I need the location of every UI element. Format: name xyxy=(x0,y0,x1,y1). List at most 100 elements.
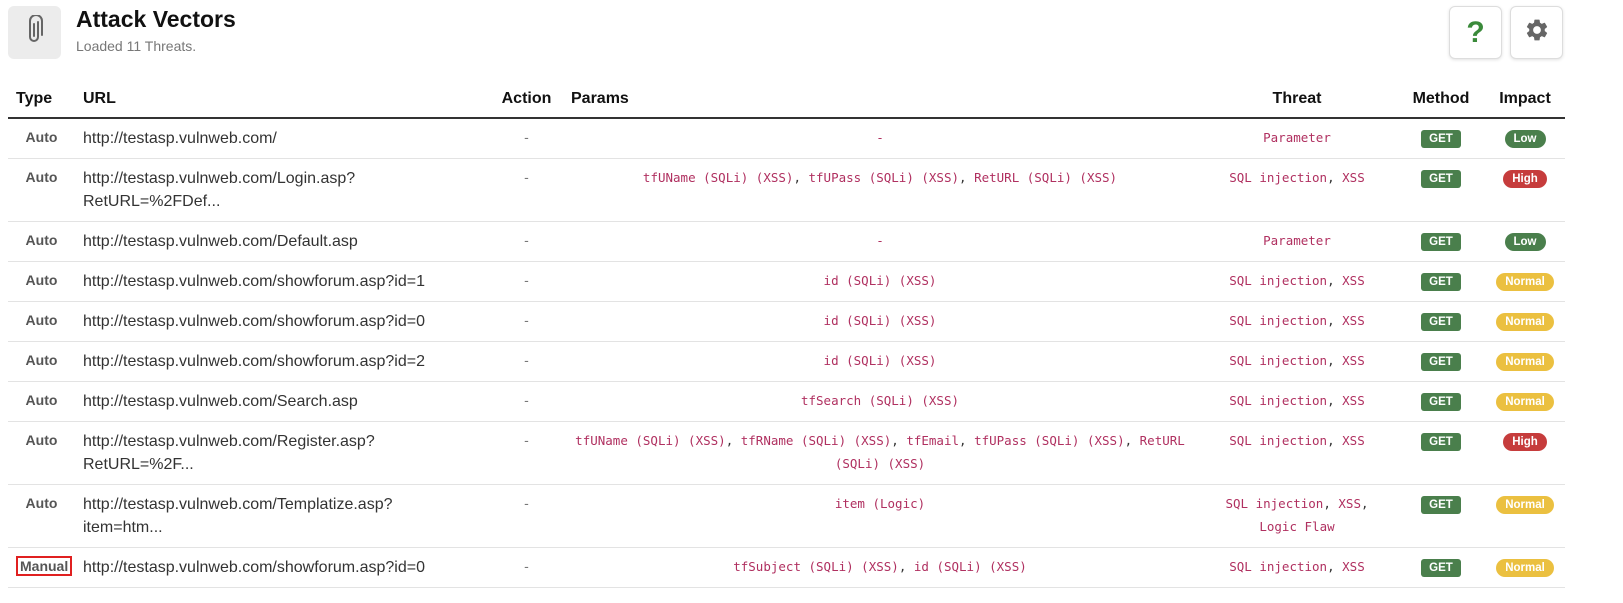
param-separator: , xyxy=(725,433,741,448)
type-cell: Auto xyxy=(8,221,75,262)
threat-list-cell: SQL injection, XSS xyxy=(1197,301,1397,342)
method-badge: GET xyxy=(1421,233,1461,251)
params-list: item (Logic) xyxy=(571,492,1189,515)
params-list: id (SQLi) (XSS) xyxy=(571,309,1189,332)
threat-item: Parameter xyxy=(1263,233,1331,248)
param-separator: , xyxy=(898,559,914,574)
type-cell: Auto xyxy=(8,421,75,485)
url-link[interactable]: http://testasp.vulnweb.com/showforum.asp… xyxy=(83,310,482,333)
param-item: tfEmail xyxy=(906,433,960,448)
impact-cell: Normal xyxy=(1485,261,1565,302)
threat-list: SQL injection, XSS xyxy=(1205,269,1389,292)
column-header-threat[interactable]: Threat xyxy=(1197,80,1397,119)
param-item: tfSubject (SQLi) (XSS) xyxy=(733,559,899,574)
url-link[interactable]: http://testasp.vulnweb.com/showforum.asp… xyxy=(83,556,482,579)
impact-badge: Low xyxy=(1504,130,1546,148)
threat-item: XSS xyxy=(1342,313,1365,328)
url-link[interactable]: http://testasp.vulnweb.com/Default.asp xyxy=(83,230,482,253)
table-row[interactable]: Auto http://testasp.vulnweb.com/showforum… xyxy=(8,301,1565,342)
threat-list-cell: Parameter xyxy=(1197,221,1397,262)
table-row[interactable]: Auto http://testasp.vulnweb.com/showforum… xyxy=(8,341,1565,382)
param-item: RetURL (SQLi) (XSS) xyxy=(974,170,1118,185)
url-link[interactable]: http://testasp.vulnweb.com/Templatize.as… xyxy=(83,493,482,539)
table-row[interactable]: Auto http://testasp.vulnweb.com/Templatiz… xyxy=(8,484,1565,548)
column-header-url[interactable]: URL xyxy=(75,80,490,119)
table-row[interactable]: Auto http://testasp.vulnweb.com/Search.as… xyxy=(8,381,1565,422)
method-badge: GET xyxy=(1421,393,1461,411)
threat-item: SQL injection xyxy=(1229,313,1328,328)
url-line: http://testasp.vulnweb.com/ xyxy=(83,130,277,147)
type-label: Auto xyxy=(25,272,58,288)
threat-item: SQL injection xyxy=(1229,559,1328,574)
params-list-cell: tfSubject (SQLi) (XSS), id (SQLi) (XSS) xyxy=(563,547,1197,588)
method-cell: GET xyxy=(1397,381,1485,422)
url-link[interactable]: http://testasp.vulnweb.com/ xyxy=(83,127,482,150)
action-cell: - xyxy=(490,547,563,588)
threat-list-cell: SQL injection, XSS, Logic Flaw xyxy=(1197,484,1397,548)
method-cell: GET xyxy=(1397,341,1485,382)
table-row[interactable]: Auto http://testasp.vulnweb.com/Login.asp… xyxy=(8,158,1565,222)
method-cell: GET xyxy=(1397,301,1485,342)
settings-button[interactable] xyxy=(1510,6,1563,59)
params-list: tfSearch (SQLi) (XSS) xyxy=(571,389,1189,412)
url-line: http://testasp.vulnweb.com/Default.asp xyxy=(83,233,358,250)
params-list-cell: item (Logic) xyxy=(563,484,1197,548)
threat-list-cell: Parameter xyxy=(1197,118,1397,159)
column-header-params[interactable]: Params xyxy=(563,80,1197,119)
impact-cell: Normal xyxy=(1485,484,1565,548)
url-cell: http://testasp.vulnweb.com/showforum.asp… xyxy=(75,547,490,588)
impact-badge: High xyxy=(1503,433,1547,451)
impact-cell: Normal xyxy=(1485,341,1565,382)
url-link[interactable]: http://testasp.vulnweb.com/Register.asp?… xyxy=(83,430,482,476)
param-item: tfUName (SQLi) (XSS) xyxy=(642,170,794,185)
params-list: tfUName (SQLi) (XSS), tfRName (SQLi) (XS… xyxy=(571,429,1189,475)
url-link[interactable]: http://testasp.vulnweb.com/Search.asp xyxy=(83,390,482,413)
method-badge: GET xyxy=(1421,130,1461,148)
url-link[interactable]: http://testasp.vulnweb.com/Login.asp? Ret… xyxy=(83,167,482,213)
url-link[interactable]: http://testasp.vulnweb.com/showforum.asp… xyxy=(83,350,482,373)
threat-list: Parameter xyxy=(1205,229,1389,252)
threat-item: XSS xyxy=(1342,170,1365,185)
impact-cell: Normal xyxy=(1485,381,1565,422)
column-header-type[interactable]: Type xyxy=(8,80,75,119)
threat-separator: , xyxy=(1327,393,1343,408)
threat-list: Parameter xyxy=(1205,126,1389,149)
threat-list: SQL injection, XSS xyxy=(1205,389,1389,412)
type-cell: Auto xyxy=(8,484,75,548)
threat-item: XSS xyxy=(1342,393,1365,408)
method-badge: GET xyxy=(1421,559,1461,577)
help-button[interactable]: ? xyxy=(1449,6,1502,59)
table-row[interactable]: Auto http://testasp.vulnweb.com/showforum… xyxy=(8,261,1565,302)
page-title: Attack Vectors xyxy=(76,6,236,32)
param-item: id (SQLi) (XSS) xyxy=(823,273,937,288)
threat-item: SQL injection xyxy=(1229,353,1328,368)
threat-list: SQL injection, XSS, Logic Flaw xyxy=(1205,492,1389,538)
method-badge: GET xyxy=(1421,170,1461,188)
params-list: - xyxy=(571,229,1189,252)
url-line: http://testasp.vulnweb.com/showforum.asp… xyxy=(83,353,425,370)
table-row[interactable]: Auto http://testasp.vulnweb.com/Default.a… xyxy=(8,221,1565,262)
method-cell: GET xyxy=(1397,421,1485,485)
table-row[interactable]: Manual http://testasp.vulnweb.com/showfor… xyxy=(8,547,1565,588)
params-list: id (SQLi) (XSS) xyxy=(571,269,1189,292)
page-header: Attack Vectors Loaded 11 Threats. ? xyxy=(0,0,1623,78)
params-list-cell: tfSearch (SQLi) (XSS) xyxy=(563,381,1197,422)
method-badge: GET xyxy=(1421,353,1461,371)
table-row[interactable]: Auto http://testasp.vulnweb.com/Register.… xyxy=(8,421,1565,485)
url-cell: http://testasp.vulnweb.com/showforum.asp… xyxy=(75,341,490,382)
type-label: Manual xyxy=(16,556,73,576)
param-separator: , xyxy=(1124,433,1140,448)
column-header-action[interactable]: Action xyxy=(490,80,563,119)
url-line: http://testasp.vulnweb.com/showforum.asp… xyxy=(83,559,425,576)
impact-cell: Normal xyxy=(1485,301,1565,342)
column-header-method[interactable]: Method xyxy=(1397,80,1485,119)
param-item: tfUPass (SQLi) (XSS) xyxy=(808,170,960,185)
url-link[interactable]: http://testasp.vulnweb.com/showforum.asp… xyxy=(83,270,482,293)
threat-list: SQL injection, XSS xyxy=(1205,555,1389,578)
type-cell: Auto xyxy=(8,118,75,159)
column-header-impact[interactable]: Impact xyxy=(1485,80,1565,119)
threat-item: Parameter xyxy=(1263,130,1331,145)
table-row[interactable]: Auto http://testasp.vulnweb.com/ - - Paramet… xyxy=(8,118,1565,159)
impact-badge: Low xyxy=(1504,233,1546,251)
type-label: Auto xyxy=(25,432,58,448)
